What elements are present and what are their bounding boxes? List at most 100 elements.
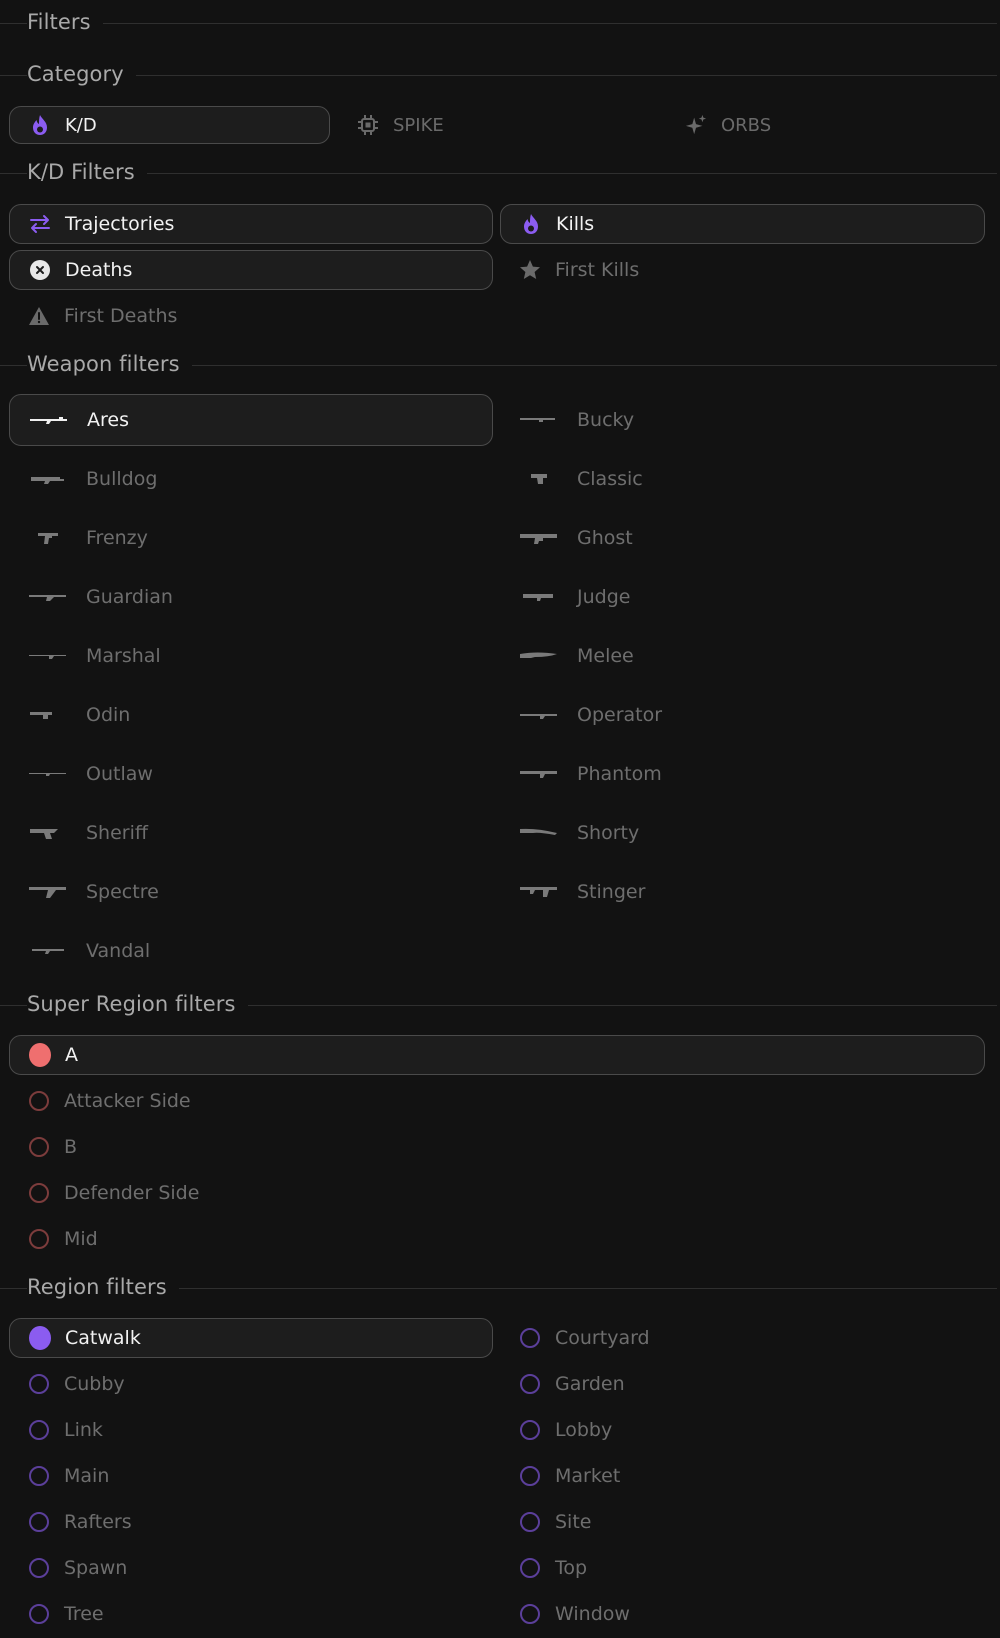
bulldog-weapon-icon <box>28 471 68 487</box>
weapon-filter-label: Bucky <box>577 409 635 431</box>
category-spike[interactable]: SPIKE <box>338 106 658 144</box>
region-filter-courtyard[interactable]: Courtyard <box>500 1318 985 1358</box>
region-filter-top[interactable]: Top <box>500 1548 985 1588</box>
radio-indicator <box>28 1603 50 1625</box>
super-region-filter-label: Mid <box>64 1228 98 1250</box>
region-filter-market[interactable]: Market <box>500 1456 985 1496</box>
super-region-filter-label: Attacker Side <box>64 1090 191 1112</box>
kd-filter-trajectories[interactable]: Trajectories <box>9 204 493 244</box>
x-circle-icon <box>29 259 51 281</box>
operator-weapon-icon <box>519 707 559 723</box>
radio-indicator <box>29 1326 51 1350</box>
weapon-filter-sheriff[interactable]: Sheriff <box>9 807 493 859</box>
kd-filters-legend: K/D Filters <box>0 158 997 188</box>
kd-filter-trajectories-label: Trajectories <box>65 213 175 235</box>
region-filter-garden[interactable]: Garden <box>500 1364 985 1404</box>
region-filter-label: Main <box>64 1465 110 1487</box>
weapon-filter-classic[interactable]: Classic <box>500 453 985 505</box>
super-region-filter-b[interactable]: B <box>9 1127 985 1167</box>
super-region-filters-legend: Super Region filters <box>0 990 997 1020</box>
weapon-filter-guardian[interactable]: Guardian <box>9 571 493 623</box>
region-filter-label: Site <box>555 1511 592 1533</box>
radio-indicator <box>28 1557 50 1579</box>
kd-filter-kills[interactable]: Kills <box>500 204 985 244</box>
region-filter-window[interactable]: Window <box>500 1594 985 1634</box>
category-kd-label: K/D <box>65 114 97 136</box>
weapon-filter-label: Bulldog <box>86 468 158 490</box>
frenzy-weapon-icon <box>28 530 68 546</box>
region-filter-label: Link <box>64 1419 103 1441</box>
weapon-filter-shorty[interactable]: Shorty <box>500 807 985 859</box>
region-filter-label: Window <box>555 1603 630 1625</box>
radio-indicator <box>28 1511 50 1533</box>
region-filter-catwalk[interactable]: Catwalk <box>9 1318 493 1358</box>
region-filter-label: Garden <box>555 1373 625 1395</box>
region-filter-label: Cubby <box>64 1373 125 1395</box>
super-region-filters-title: Super Region filters <box>27 992 248 1016</box>
weapon-filter-frenzy[interactable]: Frenzy <box>9 512 493 564</box>
region-filter-tree[interactable]: Tree <box>9 1594 493 1634</box>
radio-indicator <box>28 1228 50 1250</box>
weapon-filter-label: Stinger <box>577 881 646 903</box>
category-title: Category <box>27 62 136 86</box>
super-region-filter-a[interactable]: A <box>9 1035 985 1075</box>
weapon-filters-title: Weapon filters <box>27 352 192 376</box>
weapon-filter-label: Phantom <box>577 763 662 785</box>
ghost-weapon-icon <box>519 530 559 546</box>
region-filter-link[interactable]: Link <box>9 1410 493 1450</box>
kd-filter-first-kills-label: First Kills <box>555 259 640 281</box>
kd-filter-first-deaths-label: First Deaths <box>64 305 178 327</box>
region-filter-label: Top <box>555 1557 588 1579</box>
region-filters-legend: Region filters <box>0 1273 997 1303</box>
kd-filter-deaths[interactable]: Deaths <box>9 250 493 290</box>
category-kd[interactable]: K/D <box>9 106 330 144</box>
weapon-filter-operator[interactable]: Operator <box>500 689 985 741</box>
region-filter-spawn[interactable]: Spawn <box>9 1548 493 1588</box>
star-icon <box>519 259 541 281</box>
radio-indicator <box>28 1136 50 1158</box>
radio-indicator <box>519 1419 541 1441</box>
melee-weapon-icon <box>519 648 559 664</box>
judge-weapon-icon <box>519 589 559 605</box>
weapon-filter-vandal[interactable]: Vandal <box>9 925 493 977</box>
super-region-filter-mid[interactable]: Mid <box>9 1219 985 1259</box>
kd-filter-first-deaths[interactable]: First Deaths <box>9 296 493 336</box>
category-orbs[interactable]: ORBS <box>666 106 986 144</box>
region-filter-rafters[interactable]: Rafters <box>9 1502 493 1542</box>
super-region-filter-attacker-side[interactable]: Attacker Side <box>9 1081 985 1121</box>
weapon-filter-outlaw[interactable]: Outlaw <box>9 748 493 800</box>
flame-icon <box>29 114 51 136</box>
region-filter-cubby[interactable]: Cubby <box>9 1364 493 1404</box>
weapon-filter-label: Sheriff <box>86 822 148 844</box>
weapon-filter-ghost[interactable]: Ghost <box>500 512 985 564</box>
region-filter-site[interactable]: Site <box>500 1502 985 1542</box>
weapon-filter-stinger[interactable]: Stinger <box>500 866 985 918</box>
region-filter-main[interactable]: Main <box>9 1456 493 1496</box>
radio-indicator <box>519 1373 541 1395</box>
weapon-filter-phantom[interactable]: Phantom <box>500 748 985 800</box>
weapon-filter-label: Classic <box>577 468 643 490</box>
weapon-filter-melee[interactable]: Melee <box>500 630 985 682</box>
super-region-filter-defender-side[interactable]: Defender Side <box>9 1173 985 1213</box>
guardian-weapon-icon <box>28 589 68 605</box>
sheriff-weapon-icon <box>28 825 68 841</box>
phantom-weapon-icon <box>519 766 559 782</box>
vandal-weapon-icon <box>28 943 68 959</box>
region-filter-label: Rafters <box>64 1511 132 1533</box>
weapon-filter-label: Guardian <box>86 586 173 608</box>
weapon-filter-bulldog[interactable]: Bulldog <box>9 453 493 505</box>
weapon-filter-spectre[interactable]: Spectre <box>9 866 493 918</box>
region-filter-label: Market <box>555 1465 621 1487</box>
weapon-filter-bucky[interactable]: Bucky <box>500 394 985 446</box>
radio-indicator <box>29 1043 51 1067</box>
weapon-filter-label: Marshal <box>86 645 161 667</box>
weapon-filter-label: Ghost <box>577 527 633 549</box>
region-filter-label: Catwalk <box>65 1327 141 1349</box>
weapon-filter-judge[interactable]: Judge <box>500 571 985 623</box>
weapon-filter-ares[interactable]: Ares <box>9 394 493 446</box>
weapon-filter-marshal[interactable]: Marshal <box>9 630 493 682</box>
kd-filter-first-kills[interactable]: First Kills <box>500 250 985 290</box>
region-filter-lobby[interactable]: Lobby <box>500 1410 985 1450</box>
weapon-filter-label: Vandal <box>86 940 151 962</box>
weapon-filter-odin[interactable]: Odin <box>9 689 493 741</box>
